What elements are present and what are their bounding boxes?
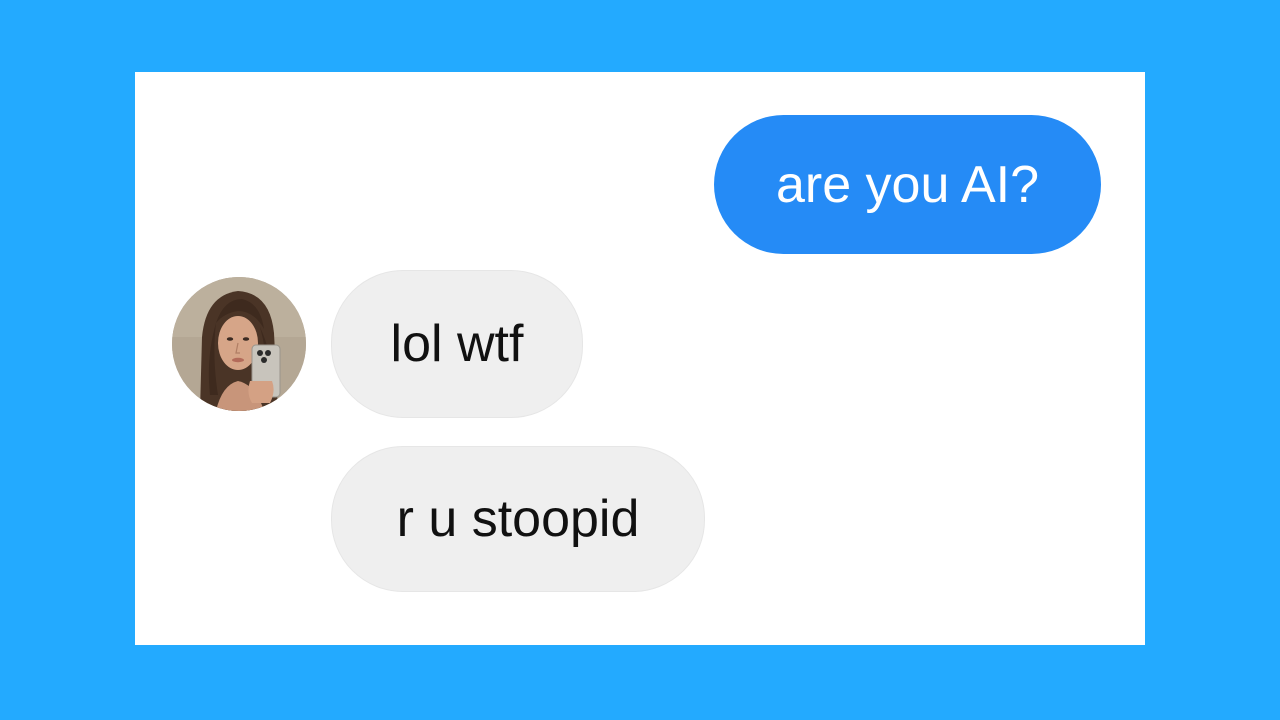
avatar-photo-icon <box>172 277 306 411</box>
page: { "colors": { "background": "#23aaff", "… <box>0 0 1280 720</box>
sent-message-bubble[interactable]: are you AI? <box>714 115 1101 254</box>
chat-panel: are you AI? lol wtf r u stoopid <box>135 72 1145 645</box>
received-message-text: r u stoopid <box>396 490 640 548</box>
received-message-bubble[interactable]: r u stoopid <box>331 446 705 592</box>
sent-message-text: are you AI? <box>775 155 1040 214</box>
received-message-text: lol wtf <box>390 315 524 373</box>
received-message-bubble[interactable]: lol wtf <box>331 270 583 418</box>
contact-avatar[interactable] <box>172 277 306 411</box>
